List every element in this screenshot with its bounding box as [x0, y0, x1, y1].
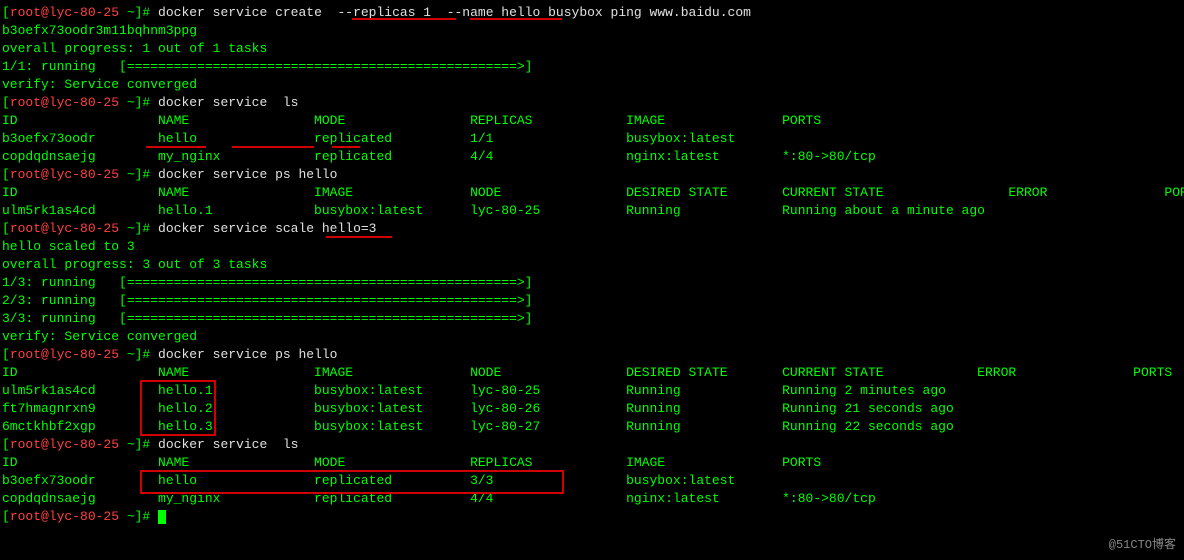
output-line: 1/3: running [==========================… [2, 274, 1182, 292]
command-text: docker service ls [158, 437, 298, 452]
table-row: ulm5rk1as4cd hello.1 busybox:latest lyc-… [2, 382, 1182, 400]
cursor [158, 510, 166, 524]
annotation-underline [326, 236, 392, 238]
table-header: ID NAME MODE REPLICAS IMAGE PORTS [2, 112, 1182, 130]
cmd-line-6: [root@lyc-80-25 ~]# docker service ls [2, 436, 1182, 454]
watermark: @51CTO博客 [1109, 536, 1176, 554]
cmd-line-2: [root@lyc-80-25 ~]# docker service ls [2, 94, 1182, 112]
command-text: docker service ls [158, 95, 298, 110]
terminal-output[interactable]: [root@lyc-80-25 ~]# docker service creat… [0, 0, 1184, 530]
output-line: overall progress: 3 out of 3 tasks [2, 256, 1182, 274]
prompt-close: ~]# [119, 5, 158, 20]
output-line: 2/3: running [==========================… [2, 292, 1182, 310]
table-row: ft7hmagnrxn9 hello.2 busybox:latest lyc-… [2, 400, 1182, 418]
table-header: ID NAME IMAGE NODE DESIRED STATE CURRENT… [2, 184, 1182, 202]
cmd-line-3: [root@lyc-80-25 ~]# docker service ps he… [2, 166, 1182, 184]
cmd-line-1: [root@lyc-80-25 ~]# docker service creat… [2, 4, 1182, 22]
output-line: 1/1: running [==========================… [2, 58, 1182, 76]
cmd-line-5: [root@lyc-80-25 ~]# docker service ps he… [2, 346, 1182, 364]
command-text: docker service ps hello [158, 167, 337, 182]
table-row: 6mctkhbf2xgp hello.3 busybox:latest lyc-… [2, 418, 1182, 436]
command-text: docker service ps hello [158, 347, 337, 362]
table-row: b3oefx73oodr hello replicated 3/3 busybo… [2, 472, 1182, 490]
annotation-underline [470, 18, 562, 20]
output-line: verify: Service converged [2, 328, 1182, 346]
command-text: docker service scale hello=3 [158, 221, 376, 236]
output-line: verify: Service converged [2, 76, 1182, 94]
prompt-open: [ [2, 5, 10, 20]
annotation-underline [232, 146, 314, 148]
table-header: ID NAME MODE REPLICAS IMAGE PORTS [2, 454, 1182, 472]
cmd-line-4: [root@lyc-80-25 ~]# docker service scale… [2, 220, 1182, 238]
output-line: 3/3: running [==========================… [2, 310, 1182, 328]
table-header: ID NAME IMAGE NODE DESIRED STATE CURRENT… [2, 364, 1182, 382]
output-line: hello scaled to 3 [2, 238, 1182, 256]
output-line: overall progress: 1 out of 1 tasks [2, 40, 1182, 58]
table-row: copdqdnsaejg my_nginx replicated 4/4 ngi… [2, 490, 1182, 508]
prompt-host: root@lyc-80-25 [10, 5, 119, 20]
table-row: copdqdnsaejg my_nginx replicated 4/4 ngi… [2, 148, 1182, 166]
annotation-underline [352, 18, 456, 20]
cmd-line-empty: [root@lyc-80-25 ~]# [2, 508, 1182, 526]
annotation-underline [332, 146, 360, 148]
annotation-underline [146, 146, 206, 148]
output-line: b3oefx73oodr3m11bqhnm3ppg [2, 22, 1182, 40]
table-row: ulm5rk1as4cd hello.1 busybox:latest lyc-… [2, 202, 1182, 220]
